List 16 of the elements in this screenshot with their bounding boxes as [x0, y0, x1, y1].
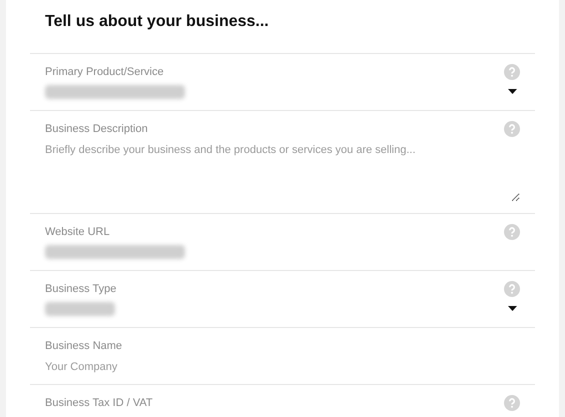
- text-field[interactable]: Your Company: [45, 358, 520, 375]
- help-icon[interactable]: [504, 395, 520, 411]
- field-label: Website URL: [45, 225, 110, 240]
- help-icon[interactable]: [504, 121, 520, 137]
- help-icon[interactable]: [504, 281, 520, 297]
- help-icon[interactable]: [504, 64, 520, 80]
- help-icon[interactable]: [504, 224, 520, 240]
- section-heading: Tell us about your business...: [44, 12, 270, 32]
- caret-icon[interactable]: [508, 89, 517, 94]
- field-label: Business Name: [45, 339, 122, 354]
- field-label: Primary Product/Service: [45, 65, 164, 80]
- field-label: Business Type: [45, 282, 116, 297]
- description-field[interactable]: Briefly describe your business and the products or services you are selling...: [45, 142, 520, 202]
- field-label: Business Description: [45, 122, 148, 137]
- caret-icon[interactable]: [508, 306, 517, 311]
- field-label: Business Tax ID / VAT: [45, 396, 153, 411]
